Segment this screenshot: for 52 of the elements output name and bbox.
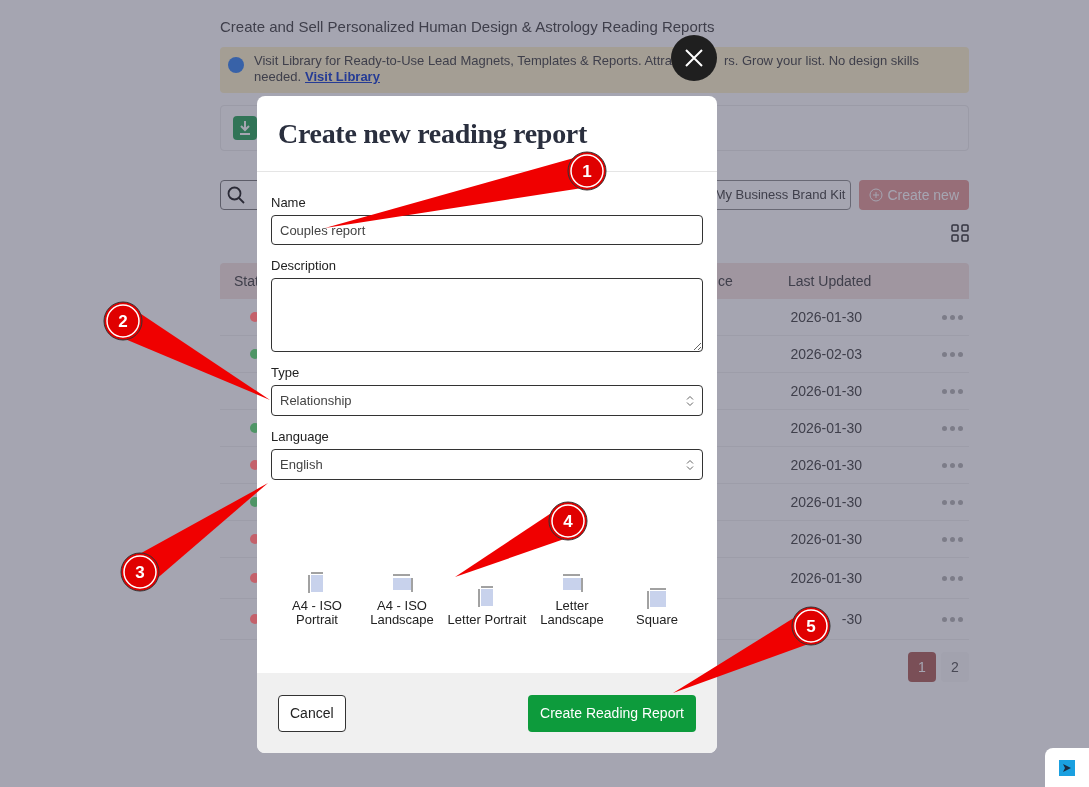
column-header: Last Updated: [788, 271, 872, 291]
page-size-option[interactable]: Square: [617, 586, 697, 627]
chat-widget[interactable]: [1045, 748, 1089, 787]
close-button[interactable]: [671, 35, 717, 81]
page-subtitle: Create and Sell Personalized Human Design & Astrology Reading Reports: [220, 17, 716, 37]
more-options-icon[interactable]: [942, 616, 963, 622]
dialog-title: Create new reading report: [278, 116, 587, 151]
date-cell-text: 2026-01-30: [790, 455, 862, 475]
field-label: Name: [271, 195, 307, 211]
search-icon: [227, 186, 245, 204]
column-header: Stat: [234, 271, 260, 291]
field-label: Description: [271, 258, 338, 274]
more-options-icon[interactable]: [942, 351, 963, 357]
send-icon: [1059, 759, 1075, 776]
banner-text: Visit Library for Ready-to-Use Lead Magnets, Templates & Reports. Attra: [254, 53, 672, 69]
banner-text: needed.: [254, 69, 301, 85]
visit-library-link[interactable]: Visit Library: [305, 69, 380, 85]
chevron-icon: [686, 458, 694, 471]
more-options-icon[interactable]: [942, 425, 963, 431]
description-field[interactable]: [271, 278, 703, 352]
banner-text: rs. Grow your list. No design skills: [723, 53, 919, 69]
select-field[interactable]: English: [271, 449, 703, 480]
more-options-icon[interactable]: [942, 575, 963, 581]
date-cell-text: -30: [841, 609, 862, 629]
page-size-icon: [645, 586, 669, 610]
more-options-icon[interactable]: [942, 499, 963, 505]
grid-view-icon[interactable]: [951, 224, 969, 242]
create-report-button[interactable]: Create Reading Report: [528, 694, 696, 732]
more-options-icon[interactable]: [942, 536, 963, 542]
field-label: Type: [271, 365, 301, 381]
cancel-button[interactable]: Cancel: [278, 694, 346, 732]
page-size-option[interactable]: A4 - ISO Portrait: [277, 572, 357, 627]
date-cell-text: 2026-01-30: [790, 307, 862, 327]
close-icon: [684, 48, 704, 68]
date-cell-text: 2026-01-30: [790, 529, 862, 549]
page-size-option[interactable]: A4 - ISO Landscape: [362, 572, 442, 627]
chevron-icon: [686, 394, 694, 407]
page-size-option[interactable]: Letter Portrait: [447, 586, 527, 627]
date-cell-text: 2026-02-03: [790, 344, 862, 364]
download-icon[interactable]: [233, 116, 257, 140]
date-cell-text: 2026-01-30: [790, 568, 862, 588]
select-field[interactable]: Relationship: [271, 385, 703, 416]
date-cell-text: 2026-01-30: [790, 492, 862, 512]
field-label: Language: [271, 429, 330, 445]
column-header: ce: [718, 271, 734, 291]
name-field[interactable]: Couples report: [271, 215, 703, 245]
more-options-icon[interactable]: [942, 462, 963, 468]
more-options-icon[interactable]: [942, 388, 963, 394]
more-options-icon[interactable]: [942, 314, 963, 320]
date-cell-text: 2026-01-30: [790, 418, 862, 438]
plus-circle-icon: [869, 188, 884, 202]
date-cell-text: 2026-01-30: [790, 381, 862, 401]
